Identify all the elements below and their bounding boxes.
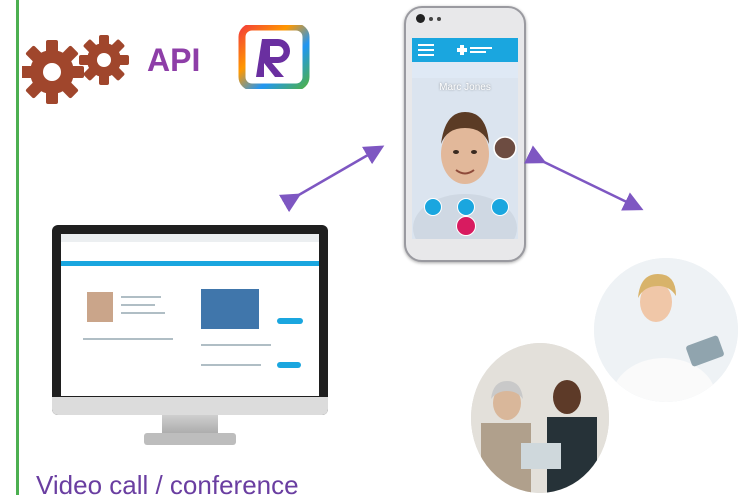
smartphone: Marc Jones	[404, 6, 526, 262]
hangup-icon[interactable]	[456, 216, 476, 236]
arrow-monitor-phone	[279, 145, 385, 213]
monitor-chin	[52, 397, 328, 415]
monitor-screen	[61, 234, 319, 396]
action-pill	[277, 318, 303, 324]
doctor-photo	[87, 292, 113, 322]
sensor-dot	[437, 17, 441, 21]
hospital-logo	[457, 45, 492, 55]
left-accent-rule	[16, 0, 19, 495]
info-line	[121, 296, 161, 298]
microphone-icon[interactable]	[424, 198, 442, 216]
action-pill	[277, 362, 301, 368]
monitor-stand	[162, 415, 218, 435]
gear-icon	[22, 35, 129, 104]
sensor-dot	[429, 17, 433, 21]
info-line	[121, 304, 155, 306]
info-line	[121, 312, 165, 314]
browser-bar	[61, 234, 319, 242]
callee-name: Marc Jones	[439, 82, 491, 93]
api-label: API	[147, 42, 201, 78]
phone-screen: Marc Jones	[412, 38, 518, 239]
info-line	[83, 338, 173, 340]
speaker-icon[interactable]	[457, 198, 475, 216]
info-line	[201, 364, 261, 366]
nurse-photo	[594, 258, 738, 402]
site-nav-bar	[61, 261, 319, 266]
caption-text: Video call / conference	[36, 470, 299, 500]
desktop-monitor	[52, 225, 328, 447]
consultation-photo	[471, 343, 609, 493]
r-logo-icon	[238, 25, 310, 89]
monitor-foot	[144, 433, 236, 445]
menu-icon[interactable]	[418, 44, 434, 56]
floor-plan	[201, 289, 259, 329]
camera-icon[interactable]	[491, 198, 509, 216]
info-line	[201, 344, 271, 346]
front-camera	[416, 14, 425, 23]
arrow-phone-people	[524, 145, 644, 211]
